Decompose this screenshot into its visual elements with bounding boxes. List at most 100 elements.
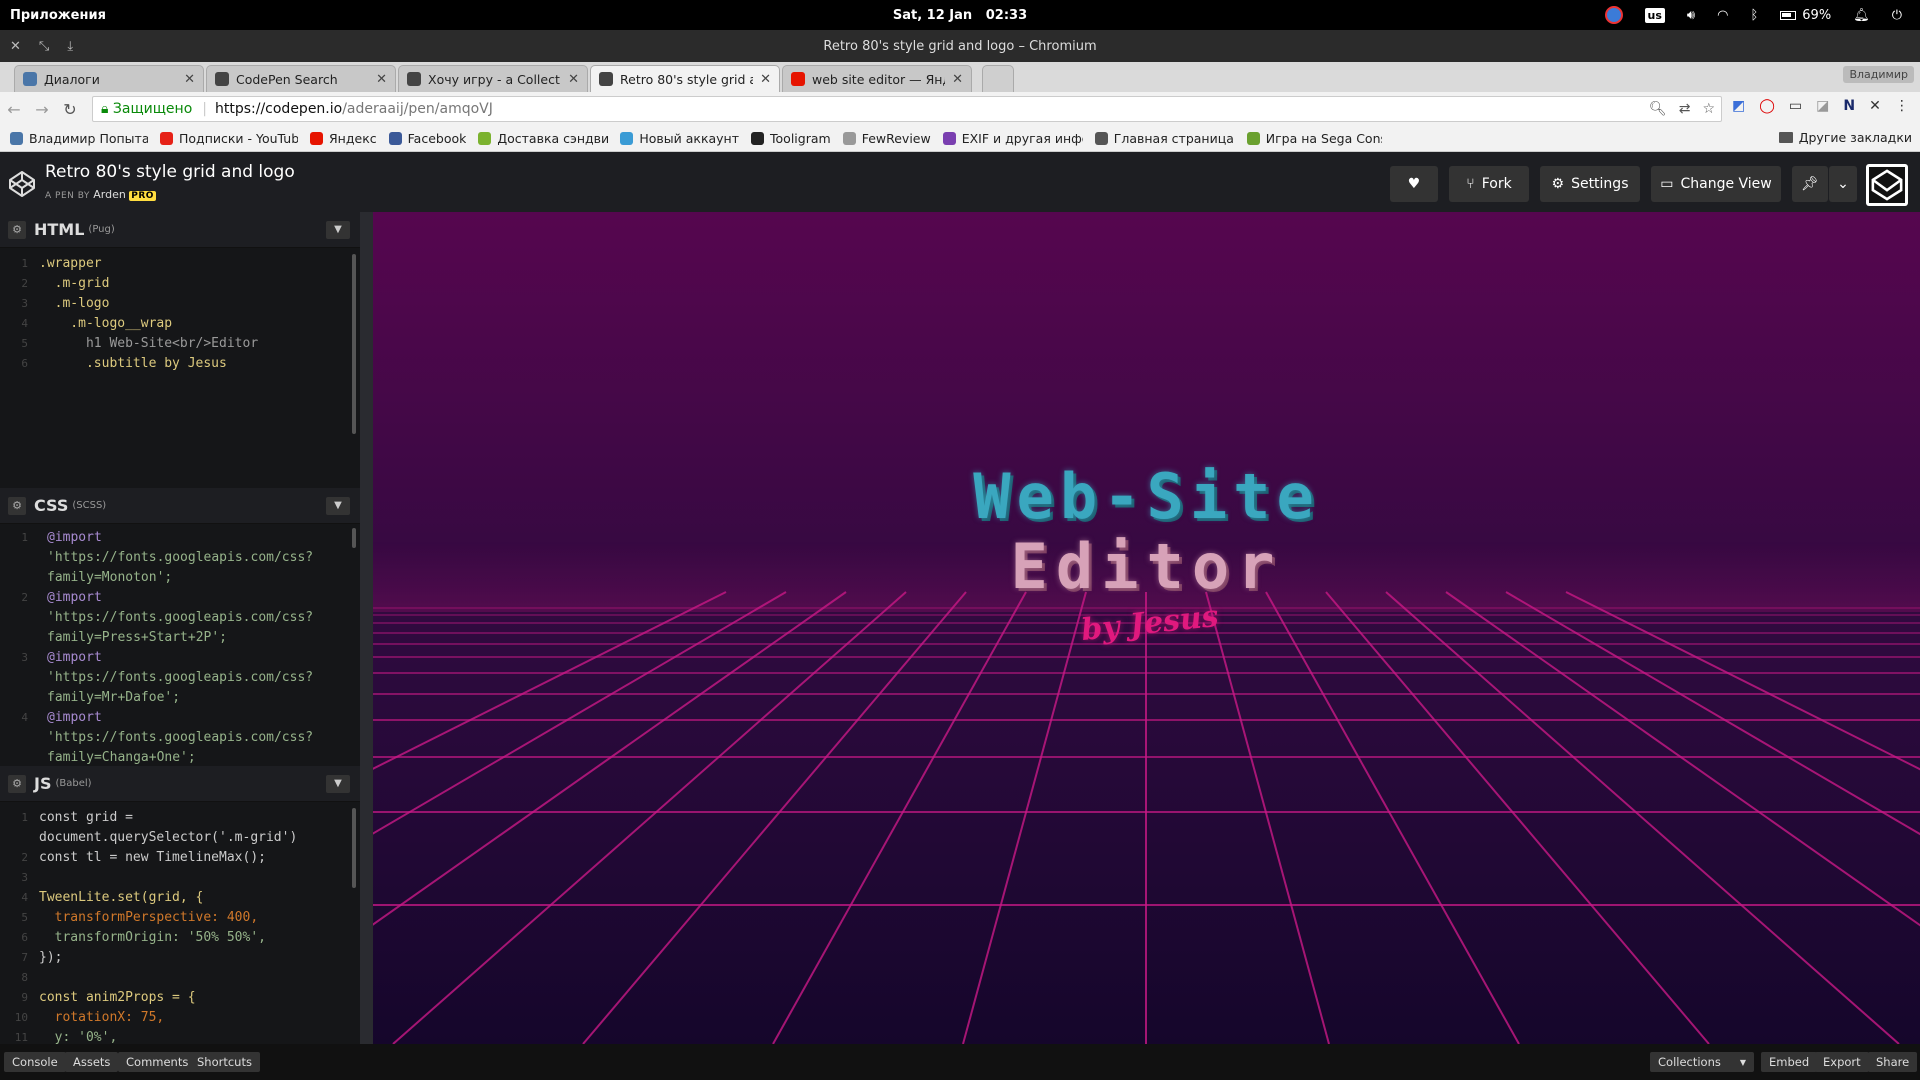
address-bar[interactable]: 🔒︎ Защищено | https://codepen.io/aderaai… xyxy=(92,96,1722,122)
logo-subtitle: by Jesus xyxy=(1079,598,1220,649)
battery-indicator[interactable]: 69% xyxy=(1780,8,1831,23)
pin-dropdown-button[interactable]: ⌄ xyxy=(1829,166,1857,202)
menu-dots-icon[interactable]: ⋮ xyxy=(1895,98,1909,114)
collections-dropdown[interactable]: Collections ▼ xyxy=(1650,1052,1754,1072)
console-button[interactable]: Console xyxy=(4,1052,66,1072)
browser-toolbar: ← → ↻ 🔒︎ Защищено | https://codepen.io/a… xyxy=(0,92,1920,126)
html-editor-scrollbar[interactable] xyxy=(352,254,356,434)
browser-tab[interactable]: CodePen Search ✕ xyxy=(206,65,396,92)
line-numbers: 1234 xyxy=(21,531,28,724)
tab-close-icon[interactable]: ✕ xyxy=(184,72,195,87)
html-collapse-chevron-icon[interactable]: ▼ xyxy=(326,220,350,239)
bookmark-label: Tooligram xyxy=(770,131,831,146)
back-icon[interactable]: ← xyxy=(0,100,28,119)
share-button[interactable]: Share xyxy=(1868,1052,1918,1072)
heart-button[interactable]: ♥ xyxy=(1390,166,1438,202)
html-editor-title: HTML xyxy=(34,220,85,239)
codepen-header: Retro 80's style grid and logo A PEN BY … xyxy=(0,152,1920,212)
settings-button[interactable]: ⚙ Settings xyxy=(1540,166,1640,202)
css-settings-gear-icon[interactable]: ⚙ xyxy=(8,496,26,515)
bookmark-item[interactable]: Facebook xyxy=(388,131,466,146)
capture-extension-icon[interactable]: ◪ xyxy=(1816,98,1829,114)
bookmark-item[interactable]: Доставка сэндвич xyxy=(478,131,608,146)
cast-extension-icon[interactable]: ▭ xyxy=(1789,98,1802,114)
css-code-editor[interactable]: 1234 @import 'https://fonts.googleapis.c… xyxy=(0,524,360,766)
js-code-editor[interactable]: 1 2 3 4 5 6 7 8 9 10 11 const grid = document.quer… xyxy=(0,802,360,1044)
keyboard-layout-indicator[interactable]: us xyxy=(1644,7,1665,23)
bookmark-label: Игра на Sega Cons xyxy=(1265,131,1382,146)
bookmark-item[interactable]: FewReview xyxy=(842,131,931,146)
bookmark-item[interactable]: Главная страница xyxy=(1094,131,1235,146)
new-tab-button[interactable] xyxy=(982,65,1014,92)
bookmark-item[interactable]: Игра на Sega Cons xyxy=(1246,131,1382,146)
browser-tab[interactable]: web site editor — Яндек ✕ xyxy=(782,65,972,92)
html-settings-gear-icon[interactable]: ⚙ xyxy=(8,220,26,239)
result-preview[interactable]: Web-Site Editor by Jesus xyxy=(373,212,1920,1044)
close-window-icon[interactable]: ✕ xyxy=(10,39,21,54)
opera-extension-icon[interactable]: ◯ xyxy=(1759,98,1775,114)
browser-tab[interactable]: Диалоги ✕ xyxy=(14,65,204,92)
embed-button[interactable]: Embed xyxy=(1761,1052,1818,1072)
tab-favicon-icon xyxy=(791,72,805,86)
translate-extension-icon[interactable]: ◩ xyxy=(1732,98,1745,114)
profile-button[interactable]: Владимир xyxy=(1843,66,1914,83)
other-bookmarks-folder[interactable]: Другие закладки xyxy=(1778,130,1912,145)
notifications-bell-icon[interactable]: 🔔︎ xyxy=(1853,8,1870,23)
forward-icon[interactable]: → xyxy=(28,100,56,119)
pen-author-link[interactable]: Arden xyxy=(93,188,126,201)
bookmark-star-icon[interactable]: ☆ xyxy=(1702,101,1715,117)
pen-title[interactable]: Retro 80's style grid and logo xyxy=(45,162,295,182)
fork-label: Fork xyxy=(1481,176,1512,192)
n-extension-icon[interactable]: N xyxy=(1843,98,1855,114)
tab-close-icon[interactable]: ✕ xyxy=(952,72,963,87)
js-editor-scrollbar[interactable] xyxy=(352,808,356,888)
bookmark-label: Главная страница xyxy=(1113,131,1234,146)
browser-tab[interactable]: Хочу игру - a Collection ✕ xyxy=(398,65,588,92)
tab-close-icon[interactable]: ✕ xyxy=(376,72,387,87)
js-settings-gear-icon[interactable]: ⚙ xyxy=(8,774,26,793)
css-collapse-chevron-icon[interactable]: ▼ xyxy=(326,496,350,515)
close-extension-icon[interactable]: ✕ xyxy=(1869,98,1881,114)
browser-tab-active[interactable]: Retro 80's style grid and ✕ xyxy=(590,65,780,92)
change-view-button[interactable]: ▭ Change View xyxy=(1651,166,1781,202)
tab-close-icon[interactable]: ✕ xyxy=(760,72,771,87)
bluetooth-icon[interactable]: ᛒ xyxy=(1750,8,1758,23)
zoom-icon[interactable]: 🔍︎ xyxy=(1649,101,1667,117)
other-bookmarks-label: Другие закладки xyxy=(1798,130,1912,145)
power-icon[interactable]: ⏻ xyxy=(1892,8,1902,23)
tab-label: Retro 80's style grid and xyxy=(620,71,753,87)
wifi-icon[interactable]: ◠ xyxy=(1717,8,1728,23)
js-collapse-chevron-icon[interactable]: ▼ xyxy=(326,774,350,793)
reload-icon[interactable]: ↻ xyxy=(56,100,84,119)
code-line: transformOrigin: '50% 50%', xyxy=(39,930,266,945)
css-editor-scrollbar[interactable] xyxy=(352,528,356,548)
secure-indicator[interactable]: 🔒︎ Защищено xyxy=(101,101,192,117)
editor-resize-handle[interactable] xyxy=(360,212,373,1044)
bookmark-favicon-icon xyxy=(388,132,402,145)
minimize-window-icon[interactable]: ⤓ xyxy=(67,39,73,54)
bookmark-item[interactable]: EXIF и другая инфо xyxy=(942,131,1083,146)
bookmark-item[interactable]: Яндекс xyxy=(310,131,377,146)
applications-menu[interactable]: Приложения xyxy=(10,8,106,23)
code-line: rotationX: 75, xyxy=(39,1010,165,1025)
avatar[interactable] xyxy=(1866,164,1908,206)
bookmark-item[interactable]: Владимир Попыта xyxy=(10,131,148,146)
comments-button[interactable]: Comments xyxy=(118,1052,197,1072)
bookmark-item[interactable]: Tooligram xyxy=(751,131,831,146)
restore-window-icon[interactable]: ⤡ xyxy=(39,39,49,54)
bookmark-item[interactable]: Новый аккаунт xyxy=(620,131,739,146)
notification-app-icon[interactable] xyxy=(1604,6,1623,24)
caret-down-icon: ▼ xyxy=(1739,1057,1746,1067)
js-code: const grid = document.querySelector('.m-… xyxy=(39,808,297,1044)
bookmark-item[interactable]: Подписки - YouTube xyxy=(160,131,298,146)
pin-button[interactable]: 📌︎ xyxy=(1792,166,1828,202)
codepen-logo-icon[interactable] xyxy=(8,170,36,198)
assets-button[interactable]: Assets xyxy=(65,1052,119,1072)
tab-close-icon[interactable]: ✕ xyxy=(568,72,579,87)
export-button[interactable]: Export xyxy=(1815,1052,1869,1072)
shortcuts-button[interactable]: Shortcuts xyxy=(189,1052,260,1072)
fork-button[interactable]: ⑂ Fork xyxy=(1449,166,1529,202)
translate-icon[interactable]: ⇄ xyxy=(1679,101,1691,117)
html-code-editor[interactable]: 123456 .wrapper .m-grid .m-logo .m-logo_… xyxy=(0,248,360,488)
volume-icon[interactable]: 🔊︎ xyxy=(1687,8,1695,23)
